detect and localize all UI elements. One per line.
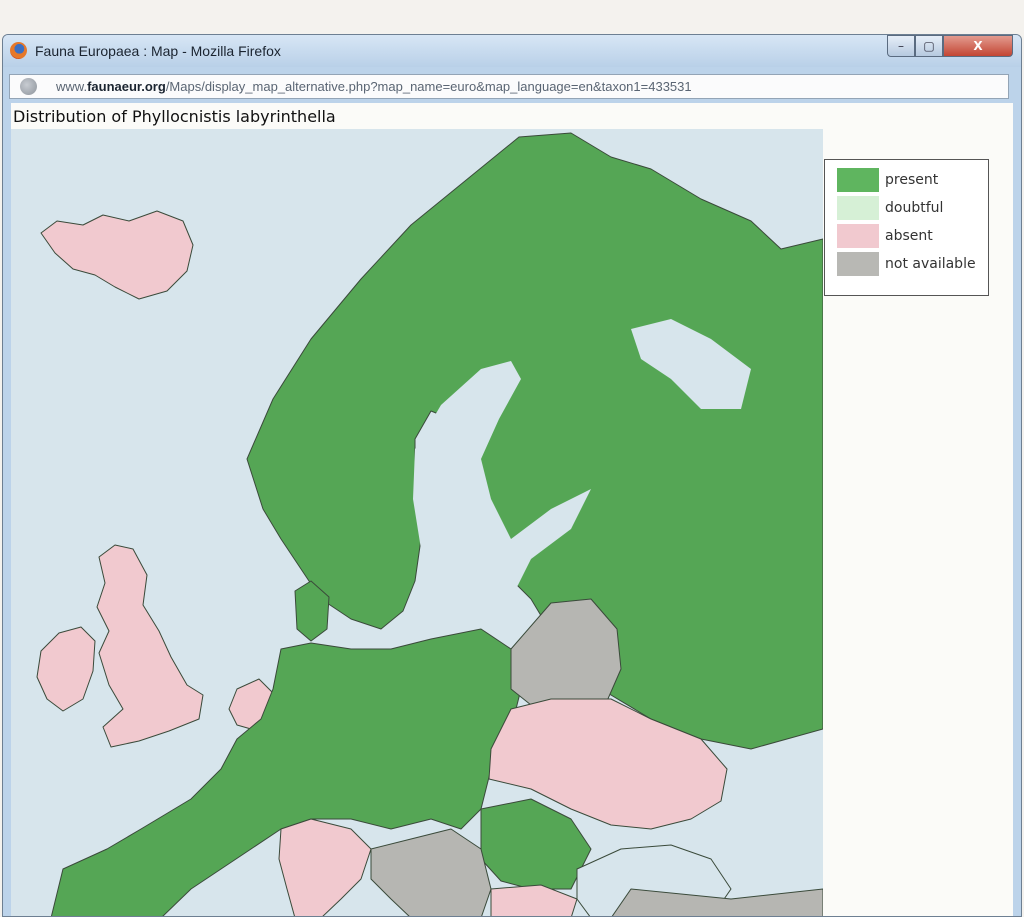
close-icon: X — [973, 39, 983, 53]
distribution-map — [11, 129, 823, 916]
region-balkans — [370, 828, 492, 916]
legend-item-not-available: not available — [837, 252, 987, 276]
legend-label-absent: absent — [885, 228, 933, 244]
legend-swatch-not-available — [837, 252, 879, 276]
maximize-icon: ▢ — [923, 39, 935, 53]
legend-item-absent: absent — [837, 224, 987, 248]
url-domain: faunaeur.org — [87, 79, 166, 94]
legend-label-doubtful: doubtful — [885, 200, 944, 216]
firefox-icon — [10, 42, 27, 59]
legend-swatch-doubtful — [837, 196, 879, 220]
region-bulgaria — [490, 884, 578, 916]
region-iceland — [40, 210, 194, 300]
title-bar[interactable]: Fauna Europaea : Map - Mozilla Firefox –… — [3, 35, 1021, 67]
legend-swatch-absent — [837, 224, 879, 248]
map-legend: present doubtful absent not available — [824, 159, 989, 296]
region-italy — [278, 818, 372, 916]
url-path: /Maps/display_map_alternative.php?map_na… — [165, 79, 692, 94]
minimize-button[interactable]: – — [887, 35, 915, 57]
minimize-icon: – — [898, 39, 904, 53]
window-title: Fauna Europaea : Map - Mozilla Firefox — [35, 43, 281, 59]
legend-label-present: present — [885, 172, 939, 188]
map-svg — [36, 132, 823, 916]
address-bar[interactable]: www.faunaeur.org/Maps/display_map_altern… — [9, 74, 1009, 99]
region-great-britain — [96, 544, 204, 748]
legend-item-present: present — [837, 168, 987, 192]
legend-swatch-present — [837, 168, 879, 192]
url-text[interactable]: www.faunaeur.org/Maps/display_map_altern… — [56, 79, 692, 94]
region-ireland — [36, 626, 96, 712]
legend-label-not-available: not available — [885, 256, 976, 272]
maximize-button[interactable]: ▢ — [915, 35, 943, 57]
region-belarus — [510, 598, 622, 712]
page-content: Distribution of Phyllocnistis labyrinthe… — [11, 103, 1013, 916]
browser-window: Fauna Europaea : Map - Mozilla Firefox –… — [2, 34, 1022, 917]
region-romania — [480, 798, 592, 890]
url-prefix: www. — [56, 79, 88, 94]
legend-item-doubtful: doubtful — [837, 196, 987, 220]
map-title: Distribution of Phyllocnistis labyrinthe… — [13, 107, 336, 126]
close-button[interactable]: X — [943, 35, 1013, 57]
globe-icon — [20, 78, 37, 95]
